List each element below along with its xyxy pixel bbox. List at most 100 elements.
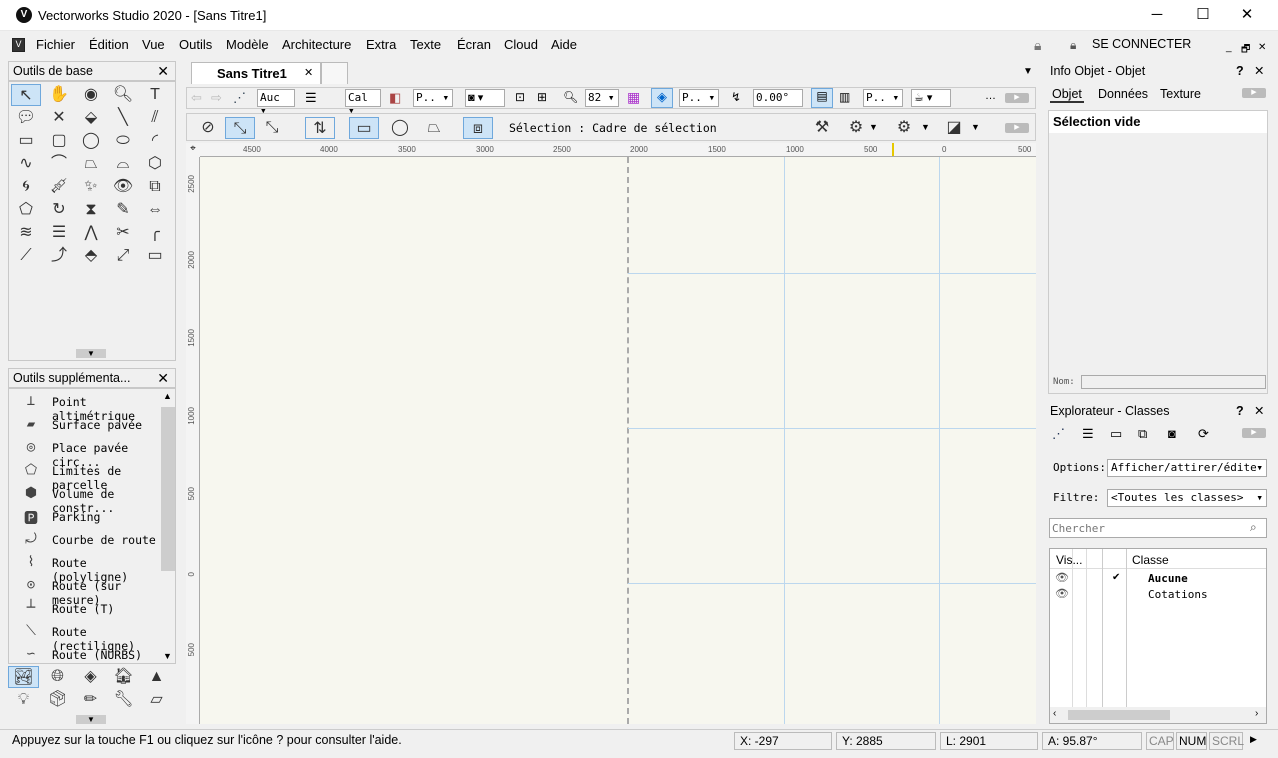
zoom-tool-icon[interactable]: 🔍︎: [108, 84, 138, 106]
tab-list-icon[interactable]: ▼: [1023, 66, 1033, 77]
tab-donnees[interactable]: Données: [1098, 87, 1148, 101]
3d-locus-tool-icon[interactable]: ⬙: [76, 107, 106, 129]
tool-route-t[interactable]: ┴ Route (T): [19, 598, 169, 621]
rectangle-marquee-icon[interactable]: ▭: [349, 117, 379, 139]
snap-dropdown-icon[interactable]: ▼: [921, 122, 930, 132]
snap-options-icon[interactable]: ⚙: [889, 117, 919, 139]
tab-objet[interactable]: Objet: [1050, 87, 1084, 103]
settings-gear-icon[interactable]: ⚙: [841, 117, 871, 139]
zoom-select[interactable]: 82 ▾: [585, 89, 619, 107]
horizontal-scrollbar[interactable]: ‹ ›: [1050, 707, 1266, 723]
tool-route-nurbs[interactable]: ∽ Route (NURBS): [19, 644, 169, 667]
document-icon[interactable]: V: [12, 38, 25, 52]
layer-select[interactable]: Auc ▾: [257, 89, 295, 117]
tool-preferences-icon[interactable]: ⚒: [807, 117, 837, 139]
reshape-tool-icon[interactable]: ⬠: [11, 199, 41, 221]
dimension-tool-icon[interactable]: ⇔: [140, 199, 170, 221]
transform-mode-icon[interactable]: ⇅: [305, 117, 335, 139]
tool-courbe-route[interactable]: ⤾ Courbe de route: [19, 529, 169, 552]
callout-tool-icon[interactable]: 💬︎: [11, 107, 41, 129]
base-tools-close-icon[interactable]: ✕: [157, 63, 169, 80]
oval-tool-icon[interactable]: ⬭: [108, 130, 138, 152]
text-tool-icon[interactable]: T: [140, 84, 170, 106]
zoom-fit-icon[interactable]: ⊡: [515, 90, 525, 104]
menu-vue[interactable]: Vue: [142, 37, 165, 52]
tool-route-polyligne[interactable]: ⌇ Route (polyligne): [19, 552, 169, 584]
offset-tool-icon[interactable]: ≋: [11, 222, 41, 244]
explorer-menu-icon[interactable]: ▶: [1242, 428, 1266, 438]
toolset-wrench-icon[interactable]: 🔧︎: [108, 689, 139, 711]
scroll-thumb[interactable]: [161, 407, 175, 571]
menu-edition[interactable]: Édition: [89, 37, 129, 52]
multiple-object-mode-icon[interactable]: ⤡: [257, 117, 287, 139]
maximize-button[interactable]: ☐: [1180, 0, 1226, 31]
col-visibility[interactable]: Vis...: [1056, 553, 1082, 567]
classes-tab-icon[interactable]: ⋰: [1052, 426, 1065, 442]
clip-tool-icon[interactable]: ⤴: [44, 245, 74, 267]
name-field[interactable]: [1081, 375, 1266, 389]
col-class[interactable]: Classe: [1132, 553, 1169, 567]
eye-icon[interactable]: 👁︎: [1055, 571, 1069, 584]
settings-dropdown-icon[interactable]: ▼: [869, 122, 878, 132]
scroll-down-icon[interactable]: ▼: [163, 651, 172, 661]
double-polyline-tool-icon[interactable]: ⌓: [108, 153, 138, 175]
toolset-pencil-icon[interactable]: ✏: [75, 689, 106, 711]
explorer-close-icon[interactable]: ✕: [1254, 403, 1264, 418]
visibility-options-icon[interactable]: ◪: [939, 117, 969, 139]
tool-limites-parcelle[interactable]: ⬠ Limites de parcelle: [19, 460, 169, 492]
menu-extra[interactable]: Extra: [366, 37, 396, 52]
toolset-expand-icon[interactable]: ▼: [76, 715, 106, 724]
extra-tools-scrollbar[interactable]: ▲ ▼: [161, 391, 175, 663]
menu-cloud[interactable]: Cloud: [504, 37, 538, 52]
toolset-globe-icon[interactable]: 🌐︎: [42, 666, 73, 688]
resources-tab-icon[interactable]: ⟳: [1198, 426, 1209, 442]
menu-outils[interactable]: Outils: [179, 37, 212, 52]
menu-aide[interactable]: Aide: [551, 37, 577, 52]
tool-surface-pavee[interactable]: ▰ Surface pavée: [19, 414, 169, 437]
single-object-mode-icon[interactable]: ⤡: [225, 117, 255, 139]
angle-field[interactable]: 0.00°: [753, 89, 803, 107]
minimize-button[interactable]: ─: [1134, 0, 1180, 31]
extra-tools-close-icon[interactable]: ✕: [157, 370, 169, 387]
double-line-tool-icon[interactable]: ⫽: [140, 107, 170, 129]
toolset-slab-icon[interactable]: ▱: [141, 689, 172, 711]
connect-combine-tool-icon[interactable]: ⋀: [76, 222, 106, 244]
selection-options-icon[interactable]: ⧈: [463, 117, 493, 139]
doc-restore-button[interactable]: 🗗: [1241, 42, 1250, 59]
menu-fichier[interactable]: Fichier: [36, 37, 75, 52]
polyline-tool-icon[interactable]: ⌒: [44, 153, 74, 175]
spiral-tool-icon[interactable]: 🌀︎: [11, 176, 41, 198]
layers-tab-icon[interactable]: ☰: [1082, 426, 1094, 442]
tool-volume-construction[interactable]: ⬢ Volume de constr...: [19, 483, 169, 515]
lasso-marquee-icon[interactable]: ◯: [385, 117, 415, 139]
new-tab-button[interactable]: [321, 62, 348, 84]
visibility-tool-icon[interactable]: 👁︎: [108, 176, 138, 198]
h-scroll-thumb[interactable]: [1068, 710, 1170, 720]
scroll-left-icon[interactable]: ‹: [1053, 708, 1056, 719]
class-options-icon[interactable]: ◧: [389, 90, 401, 106]
menu-architecture[interactable]: Architecture: [282, 37, 351, 52]
tool-point-altimetrique[interactable]: ⊥ Point altimétrique: [19, 391, 169, 423]
base-tools-expand-icon[interactable]: ▼: [76, 349, 106, 358]
help-icon[interactable]: ?: [1236, 64, 1244, 78]
forward-icon[interactable]: ⇨: [211, 90, 222, 106]
page-view-icon[interactable]: ▥: [839, 90, 850, 104]
polygon-marquee-icon[interactable]: ⏢: [419, 117, 449, 139]
parallel-tool-icon[interactable]: ☰: [44, 222, 74, 244]
menu-ecran[interactable]: Écran: [457, 37, 491, 52]
ruler-origin-icon[interactable]: ⌖: [186, 143, 200, 157]
vertical-ruler[interactable]: 2500 2000 1500 1000 500 0 500: [186, 157, 200, 724]
scroll-right-icon[interactable]: ›: [1255, 708, 1258, 719]
view-bar-menu-icon[interactable]: ▶: [1005, 93, 1029, 103]
toolset-building-icon[interactable]: 🏠︎: [108, 666, 139, 688]
options-select[interactable]: Afficher/attirer/éditer ▾: [1107, 459, 1267, 477]
tab-texture[interactable]: Texture: [1160, 87, 1201, 101]
arc-tool-icon[interactable]: ◜: [140, 130, 170, 152]
stack-icon[interactable]: ☰: [305, 90, 317, 106]
fillet-tool-icon[interactable]: ╭: [140, 222, 170, 244]
freehand-tool-icon[interactable]: ∿: [11, 153, 41, 175]
tool-place-pavee[interactable]: ◎ Place pavée circ...: [19, 437, 169, 469]
more-icon[interactable]: …: [985, 90, 996, 102]
layer-sheet-icon[interactable]: ▤: [811, 88, 833, 108]
references-tab-icon[interactable]: ⧉: [1138, 426, 1147, 442]
